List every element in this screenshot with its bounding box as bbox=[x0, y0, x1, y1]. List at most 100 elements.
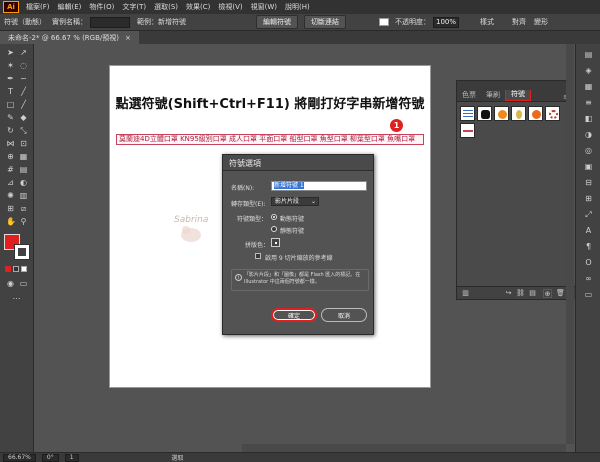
menu-file[interactable]: 檔案(F) bbox=[22, 2, 54, 12]
symbol-swatch-burst[interactable] bbox=[494, 106, 509, 121]
fill-swatch[interactable] bbox=[379, 18, 389, 26]
graph-tool-icon[interactable]: ▥ bbox=[19, 191, 28, 200]
rectangle-tool-icon[interactable]: □ bbox=[6, 100, 15, 109]
magic-wand-icon[interactable]: ✶ bbox=[6, 61, 15, 70]
symbol-swatch-gear[interactable] bbox=[545, 106, 560, 121]
paintbrush-icon[interactable]: ╱ bbox=[19, 100, 28, 109]
symbol-sprayer-icon[interactable]: ✺ bbox=[6, 191, 15, 200]
free-transform-icon[interactable]: ⊡ bbox=[19, 139, 28, 148]
library-icon[interactable]: ▥ bbox=[461, 289, 470, 298]
selected-text-object[interactable]: 莫蘭迪4D立體口罩 KN95級別口罩 成人口罩 平面口罩 船型口罩 魚型口罩 柳… bbox=[116, 134, 424, 145]
close-icon[interactable]: × bbox=[125, 34, 131, 42]
screen-mode-icon[interactable]: ▭ bbox=[19, 279, 28, 288]
registration-grid-icon[interactable] bbox=[271, 238, 280, 247]
symbol-name-input[interactable]: 新增符號 1 bbox=[271, 181, 367, 191]
align-icon[interactable]: ⊟ bbox=[583, 178, 594, 187]
vertical-scrollbar[interactable] bbox=[566, 44, 574, 444]
symbol-swatch-leaf[interactable] bbox=[511, 106, 526, 121]
symbol-swatch-new[interactable] bbox=[460, 123, 475, 138]
delete-icon[interactable]: 🗑 bbox=[556, 289, 565, 298]
menu-view[interactable]: 檢視(V) bbox=[214, 2, 246, 12]
document-tab[interactable]: 未命名-2* @ 66.67 % (RGB/預視) × bbox=[0, 31, 139, 44]
slice-tool-icon[interactable]: ⧄ bbox=[19, 204, 28, 213]
direct-selection-tool-icon[interactable]: ↗ bbox=[19, 48, 28, 57]
layers-icon[interactable]: ◈ bbox=[583, 66, 594, 75]
shape-builder-icon[interactable]: ⊕ bbox=[6, 152, 15, 161]
transform-label[interactable]: 變形 bbox=[534, 17, 548, 27]
opacity-input[interactable]: 100% bbox=[433, 16, 459, 28]
align-label[interactable]: 對齊 bbox=[512, 17, 526, 27]
menu-edit[interactable]: 編輯(E) bbox=[54, 2, 86, 12]
tab-brushes[interactable]: 筆刷 bbox=[481, 89, 505, 101]
menu-type[interactable]: 文字(T) bbox=[118, 2, 150, 12]
artboard-title-text[interactable]: 點選符號(Shift+Ctrl+F11) 將剛打好字串新增符號 bbox=[109, 93, 431, 112]
static-symbol-radio[interactable] bbox=[271, 226, 277, 232]
rotate-tool-icon[interactable]: ↻ bbox=[6, 126, 15, 135]
instance-name-input[interactable] bbox=[90, 16, 130, 28]
style-label[interactable]: 樣式 bbox=[480, 17, 494, 27]
edit-toolbar-icon[interactable]: ⋯ bbox=[12, 294, 21, 303]
pen-tool-icon[interactable]: ✒ bbox=[6, 74, 15, 83]
opentype-icon[interactable]: O bbox=[583, 258, 594, 267]
edit-symbol-button[interactable]: 編輯符號 bbox=[256, 15, 298, 29]
gradient-tool-icon[interactable]: ▤ bbox=[19, 165, 28, 174]
rotation-field[interactable]: 0° bbox=[41, 453, 59, 462]
lasso-icon[interactable]: ◌ bbox=[19, 61, 28, 70]
artboard-tool-icon[interactable]: ⊞ bbox=[6, 204, 15, 213]
eyedropper-icon[interactable]: ⊿ bbox=[6, 178, 15, 187]
appearance-icon[interactable]: ◎ bbox=[583, 146, 594, 155]
cancel-button[interactable]: 取消 bbox=[321, 308, 367, 322]
zoom-field[interactable]: 66.67% bbox=[3, 453, 36, 462]
tab-swatches[interactable]: 色票 bbox=[457, 89, 481, 101]
line-tool-icon[interactable]: ╱ bbox=[19, 87, 28, 96]
horizontal-scrollbar[interactable] bbox=[242, 444, 566, 452]
ok-button[interactable]: 確定 bbox=[271, 308, 317, 322]
menu-window[interactable]: 視窗(W) bbox=[247, 2, 281, 12]
menu-effect[interactable]: 效果(C) bbox=[182, 2, 214, 12]
export-type-select[interactable]: 影片片段 ⌄ bbox=[271, 197, 319, 206]
gradient-icon[interactable]: ◧ bbox=[583, 114, 594, 123]
hand-tool-icon[interactable]: ✋ bbox=[6, 217, 16, 226]
options-icon[interactable]: ▤ bbox=[528, 289, 537, 298]
slice9-checkbox[interactable] bbox=[255, 253, 261, 259]
links-icon[interactable]: ∞ bbox=[583, 274, 594, 283]
character-icon[interactable]: A bbox=[583, 226, 594, 235]
curvature-tool-icon[interactable]: ∽ bbox=[19, 74, 28, 83]
width-tool-icon[interactable]: ⋈ bbox=[6, 139, 15, 148]
blend-tool-icon[interactable]: ◐ bbox=[19, 178, 28, 187]
menu-object[interactable]: 物件(O) bbox=[85, 2, 118, 12]
transparency-icon[interactable]: ◑ bbox=[583, 130, 594, 139]
libraries-icon[interactable]: ▦ bbox=[583, 82, 594, 91]
panel-header[interactable]: « bbox=[457, 81, 573, 90]
type-tool-icon[interactable]: T bbox=[6, 87, 15, 96]
artboards-icon[interactable]: ▭ bbox=[583, 290, 594, 299]
color-mode-icon[interactable] bbox=[5, 266, 11, 272]
mesh-tool-icon[interactable]: # bbox=[6, 165, 15, 174]
menu-help[interactable]: 說明(H) bbox=[281, 2, 314, 12]
transform-icon[interactable]: ⤢ bbox=[583, 210, 594, 219]
eraser-icon[interactable]: ◆ bbox=[19, 113, 28, 122]
none-mode-icon[interactable] bbox=[21, 266, 27, 272]
properties-icon[interactable]: ▤ bbox=[583, 50, 594, 59]
place-icon[interactable]: ↪ bbox=[504, 289, 513, 298]
shaper-tool-icon[interactable]: ✎ bbox=[6, 113, 15, 122]
break-link-button[interactable]: 切斷連結 bbox=[304, 15, 346, 29]
paragraph-icon[interactable]: ¶ bbox=[583, 242, 594, 251]
dynamic-symbol-radio[interactable] bbox=[271, 214, 277, 220]
pathfinder-icon[interactable]: ⊞ bbox=[583, 194, 594, 203]
symbol-swatch-blue-lines[interactable] bbox=[460, 106, 475, 121]
zoom-tool-icon[interactable]: ⚲ bbox=[19, 217, 28, 226]
gradient-mode-icon[interactable] bbox=[13, 266, 19, 272]
new-symbol-icon[interactable]: ⊕ bbox=[543, 289, 552, 298]
break-link-icon[interactable]: ⛓ bbox=[516, 289, 525, 298]
symbol-swatch-splat[interactable] bbox=[477, 106, 492, 121]
graphic-styles-icon[interactable]: ▣ bbox=[583, 162, 594, 171]
selection-tool-icon[interactable]: ➤ bbox=[6, 48, 15, 57]
page-field[interactable]: 1 bbox=[64, 453, 79, 462]
stroke-icon[interactable]: ≡ bbox=[583, 98, 594, 107]
scale-tool-icon[interactable]: ⤡ bbox=[19, 126, 28, 135]
perspective-grid-icon[interactable]: ▦ bbox=[19, 152, 28, 161]
symbol-swatch-flower[interactable] bbox=[528, 106, 543, 121]
draw-mode-icon[interactable]: ◉ bbox=[6, 279, 15, 288]
menu-select[interactable]: 選取(S) bbox=[150, 2, 182, 12]
